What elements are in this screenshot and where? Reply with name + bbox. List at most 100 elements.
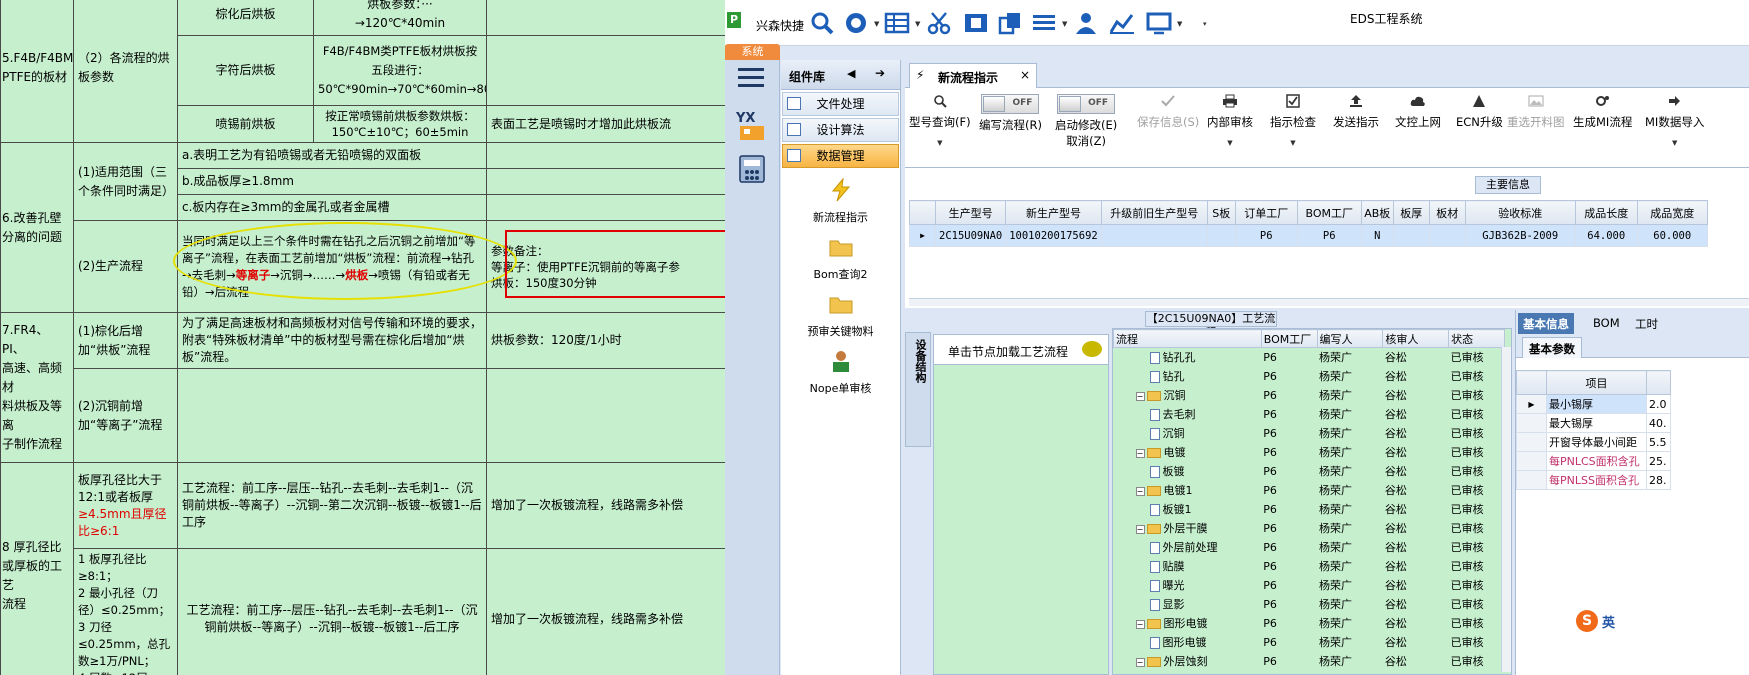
tab-new-flow[interactable]: ⚡ 新流程指示 ×	[909, 63, 1037, 88]
column-header[interactable]: 流程	[1113, 329, 1262, 348]
column-header[interactable]: BOM工厂	[1296, 200, 1362, 225]
column-header[interactable]: AB板	[1360, 200, 1394, 225]
close-icon[interactable]: ×	[1020, 68, 1030, 82]
column-header[interactable]: BOM工厂	[1260, 329, 1318, 348]
scissors-icon[interactable]	[925, 10, 953, 36]
flow-row[interactable]: − 电镀1 P6 杨荣广 谷松 已审核	[1114, 481, 1505, 500]
lifebuoy-icon[interactable]	[842, 10, 870, 36]
internal-review-button[interactable]: 内部审核 ▼	[1207, 94, 1253, 147]
tab-basic-info[interactable]: 基本信息	[1518, 313, 1574, 334]
menu-icon[interactable]	[738, 68, 764, 90]
column-header[interactable]: 升级前旧生产型号	[1100, 200, 1208, 225]
column-header[interactable]: 板厚	[1392, 200, 1430, 225]
pin-icon[interactable]: ➔	[875, 66, 885, 80]
search-icon[interactable]	[808, 10, 836, 36]
flow-row[interactable]: 显影 P6 杨荣广 谷松 已审核	[1114, 595, 1505, 614]
flow-row[interactable]: − 图形电镀 P6 杨荣广 谷松 已审核	[1114, 614, 1505, 633]
expand-icon[interactable]: −	[1135, 657, 1145, 667]
flow-name-cell[interactable]: 钻孔	[1114, 367, 1262, 386]
tab-basic-params[interactable]: 基本参数	[1522, 337, 1582, 358]
column-header[interactable]: 成品长度	[1574, 200, 1638, 225]
tab-bom[interactable]: BOM	[1588, 313, 1625, 334]
copy-icon[interactable]	[996, 10, 1024, 36]
library-group-design[interactable]: 设计算法	[782, 118, 899, 142]
generate-mi-flow-button[interactable]: 生成MI流程	[1573, 94, 1632, 130]
write-flow-toggle[interactable]: OFF 编写流程(R)	[979, 94, 1042, 133]
column-header[interactable]: 板材	[1428, 200, 1466, 225]
ecn-upgrade-button[interactable]: ECN升级	[1456, 94, 1503, 130]
flow-row[interactable]: − 沉铜 P6 杨荣广 谷松 已审核	[1114, 386, 1505, 405]
param-row[interactable]: 每PNLSS面积含孔 28.	[1516, 470, 1671, 490]
cell[interactable]	[1206, 224, 1236, 247]
flow-name-cell[interactable]: 曝光	[1114, 576, 1262, 595]
flow-row[interactable]: 贴膜 P6 杨荣广 谷松 已审核	[1114, 557, 1505, 576]
customize-icon[interactable]: ▾	[1203, 20, 1207, 28]
flow-name-cell[interactable]: 沉铜	[1114, 424, 1262, 443]
model-query-button[interactable]: 型号查询(F) ▼	[909, 94, 971, 147]
ime-indicator[interactable]: S 英	[1570, 608, 1630, 634]
library-item-key-material[interactable]: 预审关键物料	[781, 292, 900, 339]
column-header[interactable]	[1646, 370, 1671, 395]
param-value-cell[interactable]: 2.0	[1646, 394, 1671, 414]
expand-icon[interactable]: −	[1135, 448, 1145, 458]
toggle-switch[interactable]: OFF	[1057, 94, 1116, 114]
cell[interactable]	[1392, 224, 1430, 247]
param-name-cell[interactable]: 开窗导体最小间距	[1546, 432, 1647, 452]
table-icon[interactable]	[883, 10, 911, 36]
column-header[interactable]: 编写人	[1316, 329, 1384, 348]
table-row[interactable]: ▶ 2C15U09NA0 10010200175692 P6 P6 N GJB3…	[909, 224, 1708, 247]
flow-row[interactable]: 钻孔孔 P6 杨荣广 谷松 已审核	[1114, 348, 1505, 367]
library-item-bom-query[interactable]: Bom查询2	[781, 235, 900, 282]
flow-row[interactable]: 曝光 P6 杨荣广 谷松 已审核	[1114, 576, 1505, 595]
film-icon[interactable]	[962, 10, 990, 36]
cell[interactable]: P6	[1296, 224, 1362, 247]
column-header[interactable]: 订单工厂	[1234, 200, 1298, 225]
column-header[interactable]: 新生产型号	[1005, 200, 1102, 225]
list-icon[interactable]	[1030, 10, 1058, 36]
vertical-scrollbar[interactable]	[1501, 347, 1511, 672]
flow-name-cell[interactable]: − 电镀1	[1114, 481, 1262, 500]
cell[interactable]: GJB362B-2009	[1464, 224, 1576, 247]
mi-data-import-button[interactable]: MI数据导入 ▼	[1645, 94, 1704, 147]
expand-icon[interactable]: −	[1135, 486, 1145, 496]
flow-name-cell[interactable]: − 沉铜	[1114, 386, 1262, 405]
param-name-cell[interactable]: 每PNLSS面积含孔	[1546, 470, 1647, 490]
expand-icon[interactable]: −	[1135, 391, 1145, 401]
param-value-cell[interactable]: 5.5	[1646, 432, 1671, 452]
device-structure-tab[interactable]: 设备结构	[905, 332, 931, 447]
flow-row[interactable]: − 电镀 P6 杨荣广 谷松 已审核	[1114, 443, 1505, 462]
library-item-nope-review[interactable]: Nope单审核	[781, 349, 900, 396]
save-info-button[interactable]: 保存信息(S)	[1137, 94, 1199, 130]
flow-name-cell[interactable]: − 外层干膜	[1114, 519, 1262, 538]
instruction-check-button[interactable]: 指示检查 ▼	[1270, 94, 1316, 147]
param-name-cell[interactable]: 每PNLCS面积含孔	[1546, 451, 1647, 471]
library-group-data[interactable]: 数据管理	[782, 144, 899, 168]
chevron-down-icon[interactable]: ▼	[915, 20, 920, 28]
column-header[interactable]: 状态	[1448, 329, 1505, 348]
cell[interactable]: 60.000	[1636, 224, 1708, 247]
flow-name-cell[interactable]: − 外层蚀刻	[1114, 652, 1262, 671]
flow-row[interactable]: − 外层干膜 P6 杨荣广 谷松 已审核	[1114, 519, 1505, 538]
flow-name-cell[interactable]: 贴膜	[1114, 557, 1262, 576]
flow-row[interactable]: 去毛刺 P6 杨荣广 谷松 已审核	[1114, 405, 1505, 424]
user-icon[interactable]	[1072, 10, 1100, 36]
param-name-cell[interactable]: 最大锡厚	[1546, 413, 1647, 433]
tab-work-hours[interactable]: 工时	[1630, 313, 1663, 334]
reselect-cutting-chart-button[interactable]: 重选开料图	[1507, 94, 1565, 130]
flow-row[interactable]: 板镀1 P6 杨荣广 谷松 已审核	[1114, 500, 1505, 519]
flow-row[interactable]: 钻孔 P6 杨荣广 谷松 已审核	[1114, 367, 1505, 386]
horizontal-scrollbar[interactable]	[909, 298, 1749, 306]
column-header[interactable]: 生产型号	[934, 200, 1007, 225]
yx-tool-icon[interactable]: YX	[734, 108, 770, 142]
param-row[interactable]: ▶ 最小锡厚 2.0	[1516, 394, 1671, 414]
chevron-down-icon[interactable]: ▼	[1177, 20, 1182, 28]
flow-row[interactable]: − 外层蚀刻 P6 杨荣广 谷松 已审核	[1114, 652, 1505, 671]
doc-control-online-button[interactable]: 文控上网	[1395, 94, 1441, 130]
flow-name-cell[interactable]: 钻孔孔	[1114, 348, 1262, 367]
calculator-icon[interactable]	[738, 154, 766, 184]
cell[interactable]: N	[1360, 224, 1394, 247]
flow-name-cell[interactable]: 外层前处理	[1114, 538, 1262, 557]
expand-icon[interactable]: −	[1135, 619, 1145, 629]
column-header[interactable]: 验收标准	[1464, 200, 1576, 225]
toggle-switch[interactable]: OFF	[981, 94, 1040, 114]
